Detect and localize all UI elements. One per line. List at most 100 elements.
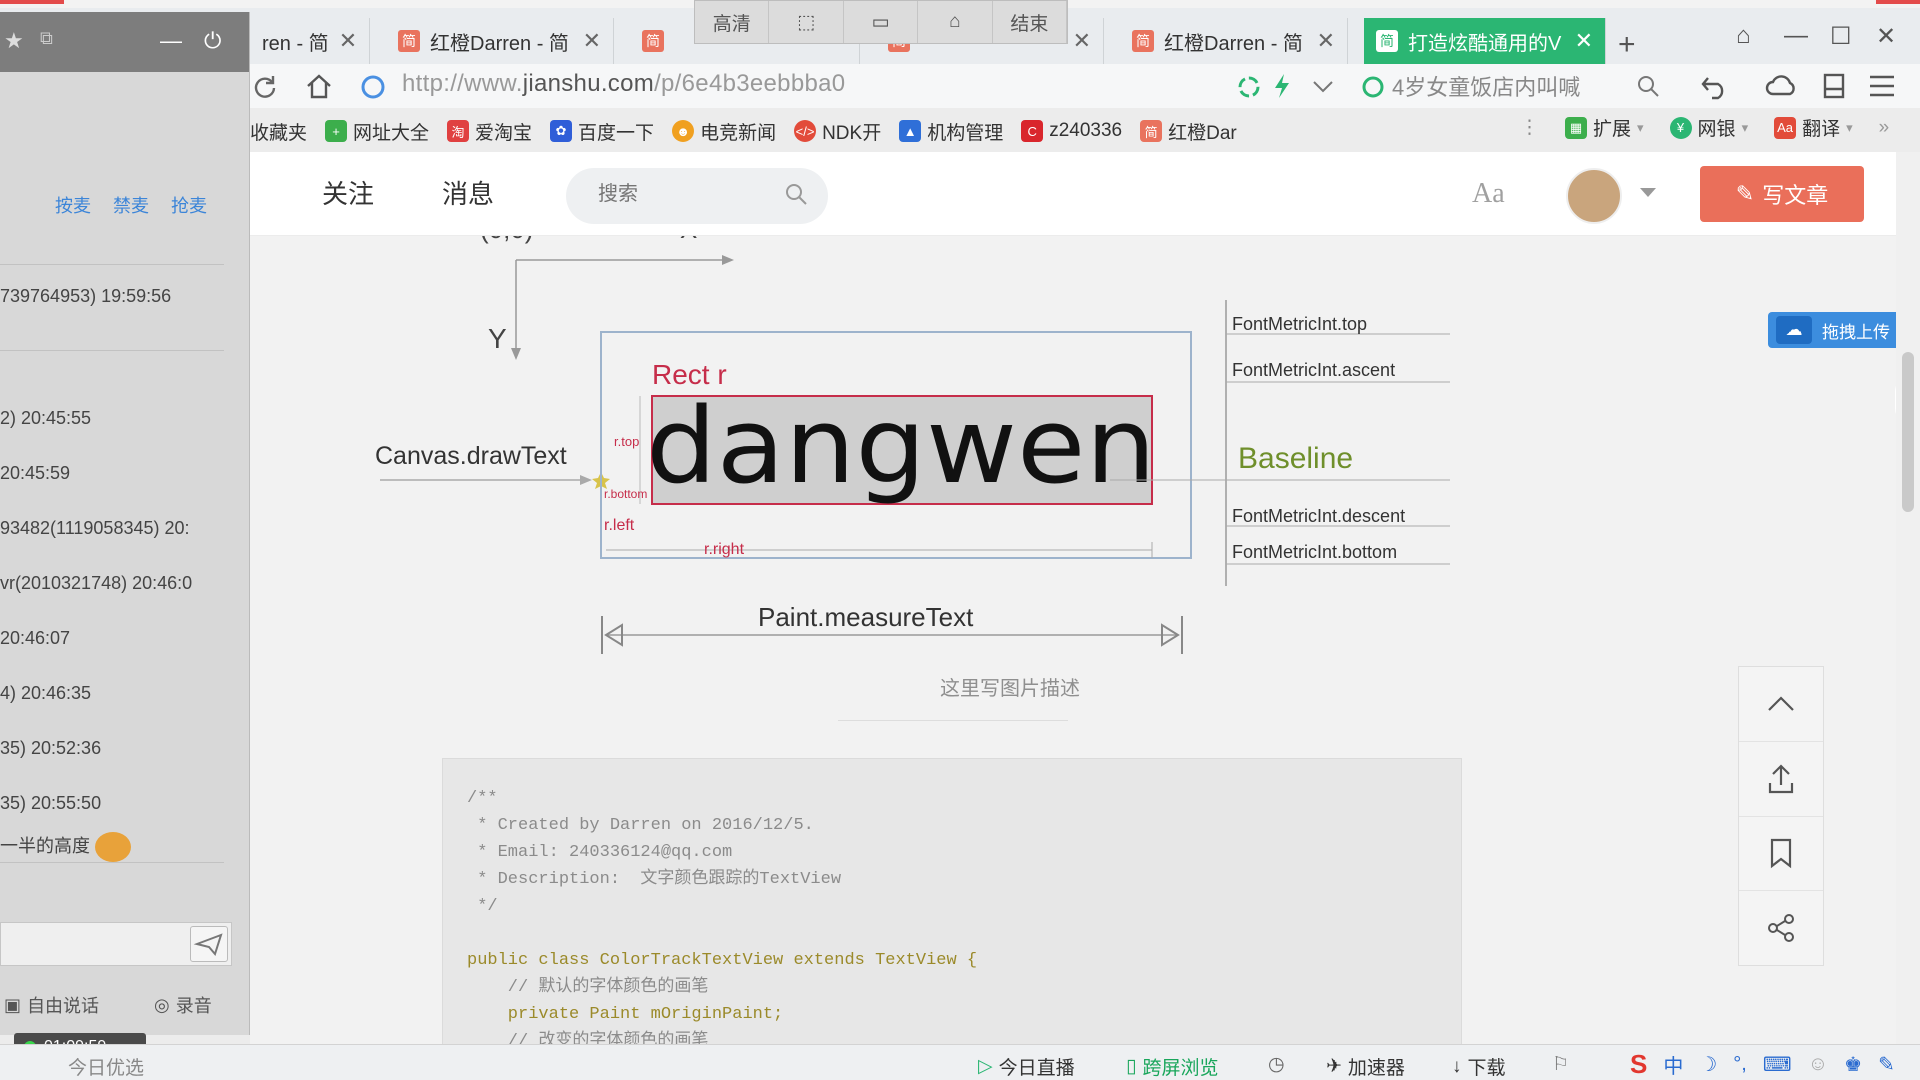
new-tab-button[interactable]: + [1618, 28, 1636, 62]
tool-label: 翻译 [1802, 119, 1841, 140]
minimize-icon[interactable]: — [160, 28, 182, 54]
overflow-chevron-icon[interactable]: » [1879, 117, 1890, 139]
more-icon[interactable]: ⋮ [1520, 116, 1539, 139]
star-icon[interactable]: ★ [4, 28, 24, 54]
recorder-quality-button[interactable]: 高清 [695, 1, 770, 43]
chevron-down-icon[interactable] [1312, 80, 1334, 94]
share-button[interactable] [1739, 891, 1823, 965]
power-icon[interactable]: ⏻ [204, 28, 221, 54]
history-icon[interactable]: ◷ [1268, 1053, 1285, 1076]
chat-message: vr(2010321748) 20:46:0 [0, 573, 193, 593]
code-line: */ [467, 897, 498, 916]
search-icon[interactable] [784, 182, 808, 206]
download-link[interactable]: ↓ 下载 [1452, 1053, 1506, 1080]
mic-press-link[interactable]: 按麦 [55, 192, 91, 218]
close-icon[interactable]: ✕ [583, 28, 601, 54]
chevron-down-icon: ▾ [1741, 119, 1749, 135]
r-top-label: r.top [614, 434, 639, 449]
close-window-icon[interactable]: ✕ [1876, 22, 1896, 51]
restore-icon[interactable]: ⧉ [40, 28, 53, 49]
scrollbar-thumb[interactable] [1902, 352, 1914, 512]
punctuation-icon[interactable]: °, [1733, 1053, 1747, 1076]
moon-icon[interactable]: ☽ [1699, 1052, 1717, 1077]
undo-icon[interactable] [1700, 72, 1730, 100]
bookmark-item[interactable]: </> NDK开 [794, 118, 881, 145]
bookmark-button[interactable] [1739, 817, 1823, 892]
url-field[interactable]: http://www.jianshu.com/p/6e4b3eebbba0 [402, 70, 845, 98]
keyboard-icon[interactable]: ⌨ [1763, 1052, 1792, 1077]
minimize-icon[interactable]: — [1784, 22, 1808, 50]
recorder-region-icon[interactable]: ⬚ [769, 1, 844, 43]
scroll-top-button[interactable] [1739, 667, 1823, 742]
chevron-down-icon[interactable] [1640, 188, 1656, 197]
page-scrollbar[interactable] [1896, 152, 1920, 1044]
search-engine-icon[interactable] [1360, 74, 1386, 100]
cloud-icon[interactable] [1764, 72, 1798, 100]
close-icon[interactable]: ✕ [1317, 28, 1335, 54]
search-icon[interactable] [1636, 74, 1660, 98]
upload-share-button[interactable] [1739, 742, 1823, 817]
record-icon: ◎ [154, 994, 170, 1015]
menu-icon[interactable] [1868, 74, 1896, 98]
maximize-icon[interactable]: ☐ [1830, 22, 1852, 51]
tab-6-active[interactable]: 简打造炫酷通用的V ✕ [1364, 18, 1606, 64]
accelerator-link[interactable]: ✈ 加速器 [1326, 1053, 1405, 1080]
tool-label: 扩展 [1593, 119, 1632, 140]
wrench-icon[interactable]: ✎ [1878, 1052, 1895, 1077]
recorder-stop-button[interactable]: 结束 [993, 1, 1068, 43]
record-button[interactable]: ◎ 录音 [154, 992, 212, 1018]
nav-messages[interactable]: 消息 [442, 174, 494, 211]
shirt-icon[interactable]: ♚ [1844, 1052, 1862, 1077]
sync-icon[interactable] [1236, 74, 1262, 100]
status-label: 下载 [1467, 1058, 1506, 1079]
ime-mode[interactable]: 中 [1663, 1050, 1683, 1079]
tab-5[interactable]: 简红橙Darren - 简 ✕ [1120, 18, 1348, 64]
font-size-toggle[interactable]: Aa [1472, 178, 1505, 210]
today-live-link[interactable]: ▷ 今日直播 [978, 1053, 1075, 1080]
recorder-window-icon[interactable]: ▭ [844, 1, 919, 43]
bookmark-item[interactable]: ✿ 百度一下 [550, 118, 654, 145]
mic-ban-link[interactable]: 禁麦 [113, 192, 149, 218]
top-accent [0, 0, 64, 4]
bookmark-item[interactable]: Cz240336 [1021, 120, 1122, 142]
nav-follow[interactable]: 关注 [322, 174, 374, 211]
skin-icon[interactable]: ⌂ [1736, 22, 1751, 50]
online-banking-button[interactable]: ¥ 网银 ▾ [1669, 114, 1749, 141]
csdn-icon: C [1021, 120, 1044, 142]
bookmark-item[interactable]: 淘爱淘宝 [447, 118, 532, 145]
code-line: * Email: 240336124@qq.com [467, 843, 733, 862]
tab-2[interactable]: 简红橙Darren - 简 ✕ [386, 18, 614, 64]
cross-screen-link[interactable]: ▯ 跨屏浏览 [1126, 1053, 1218, 1080]
bookmark-favorites[interactable]: 收藏夹 [250, 118, 307, 145]
close-icon[interactable]: ✕ [1073, 28, 1091, 54]
close-icon[interactable]: ✕ [339, 28, 357, 54]
flag-icon[interactable]: ⚐ [1552, 1053, 1569, 1076]
reading-mode-icon[interactable] [1822, 72, 1846, 100]
user-icon[interactable]: ☺ [1808, 1053, 1828, 1076]
today-pick-link[interactable]: 今日优选 [68, 1053, 144, 1080]
code-line: * Description: 文字颜色跟踪的TextView [467, 870, 842, 889]
write-article-button[interactable]: ✎ 写文章 [1700, 166, 1864, 222]
mic-grab-link[interactable]: 抢麦 [171, 192, 207, 218]
free-talk-button[interactable]: ▣ 自由说话 [4, 992, 99, 1018]
translate-button[interactable]: Aa 翻译 ▾ [1774, 114, 1853, 141]
avatar[interactable] [1566, 168, 1622, 224]
extensions-button[interactable]: ▦ 扩展 ▾ [1565, 114, 1644, 141]
bookmark-item[interactable]: 简红橙Dar [1140, 118, 1237, 145]
sogou-ime-icon[interactable]: S [1630, 1049, 1647, 1080]
lightning-icon[interactable] [1272, 72, 1292, 100]
send-button[interactable] [190, 926, 228, 962]
jianshu-favicon-icon: 简 [1132, 30, 1154, 52]
bookmark-item[interactable]: ▲ 机构管理 [899, 118, 1003, 145]
write-label: 写文章 [1762, 183, 1829, 208]
home-icon[interactable] [304, 72, 334, 100]
refresh-icon[interactable] [252, 74, 278, 100]
address-search-input[interactable]: 4岁女童饭店内叫喊 [1392, 70, 1672, 102]
chevron-down-icon: ▾ [1637, 119, 1644, 135]
bookmark-item[interactable]: ☻ 电竞新闻 [672, 118, 776, 145]
tab-1[interactable]: ren - 简 ✕ [250, 18, 370, 64]
bookmark-item[interactable]: + 网址大全 [325, 118, 429, 145]
search-input[interactable] [598, 183, 778, 206]
recorder-home-icon[interactable]: ⌂ [918, 1, 993, 43]
close-icon[interactable]: ✕ [1575, 28, 1593, 54]
